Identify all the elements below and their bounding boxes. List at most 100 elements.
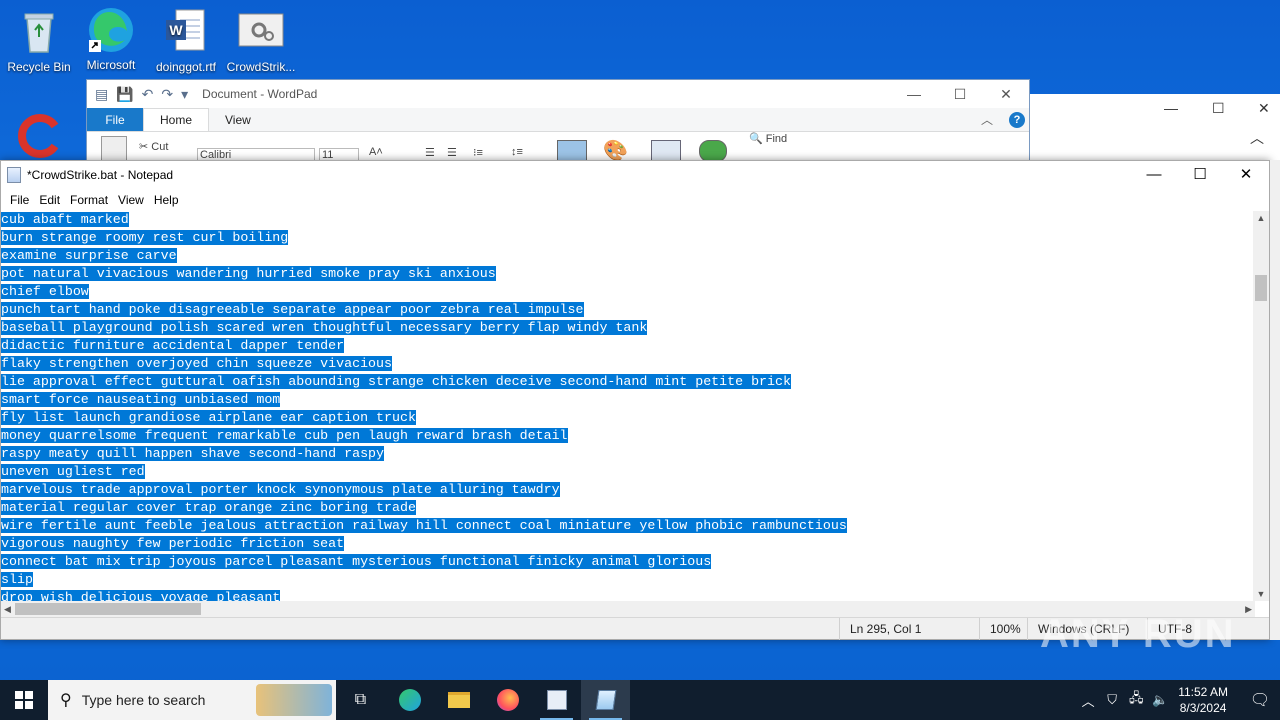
task-view-button[interactable]: ⧉ — [336, 680, 385, 720]
volume-icon[interactable]: 🔈 — [1148, 692, 1172, 708]
text-line: burn strange roomy rest curl boiling — [1, 230, 289, 245]
minimize-icon[interactable]: — — [891, 80, 937, 108]
taskbar-file-explorer[interactable] — [434, 680, 483, 720]
picture-icon[interactable] — [557, 140, 587, 162]
maximize-icon[interactable]: ☐ — [937, 80, 983, 108]
status-position: Ln 295, Col 1 — [839, 618, 979, 640]
task-view-icon: ⧉ — [354, 691, 367, 708]
text-line: marvelous trade approval porter knock sy… — [1, 482, 560, 497]
date-time-icon[interactable] — [651, 140, 681, 162]
ribbon-tabs: File Home View ︿ ? — [87, 108, 1029, 132]
horizontal-scroll-thumb[interactable] — [15, 603, 201, 615]
menu-format[interactable]: Format — [65, 193, 113, 207]
desktop-icon-label: Recycle Bin — [7, 60, 71, 74]
chevron-up-icon[interactable]: ︿ — [981, 108, 1005, 131]
customize-qa-icon[interactable]: ▾ — [181, 86, 188, 103]
wordpad-icon — [546, 690, 567, 710]
indent-icon[interactable]: ☰ — [425, 146, 435, 159]
redo-icon[interactable]: ↷ — [161, 86, 173, 103]
text-line: connect bat mix trip joyous parcel pleas… — [1, 554, 712, 569]
find-button[interactable]: 🔍 Find — [749, 132, 787, 145]
tab-file[interactable]: File — [87, 108, 143, 131]
taskbar-edge[interactable] — [385, 680, 434, 720]
text-line: money quarrelsome frequent remarkable cu… — [1, 428, 568, 443]
line-spacing-icon[interactable]: ↕≡ — [511, 146, 523, 158]
desktop-icon-doinggot[interactable]: W doinggot.rtf — [147, 8, 225, 74]
text-line: lie approval effect guttural oafish abou… — [1, 374, 791, 389]
text-line: slip — [1, 572, 33, 587]
bullets-icon[interactable]: ⁝≡ — [473, 146, 483, 159]
scroll-left-icon[interactable]: ◀ — [4, 601, 11, 617]
text-line: baseball playground polish scared wren t… — [1, 320, 648, 335]
text-line: material regular cover trap orange zinc … — [1, 500, 416, 515]
notification-icon[interactable]: 🗨 — [1240, 690, 1280, 710]
grow-font-icon[interactable]: A˄ — [369, 146, 383, 158]
vertical-scrollbar[interactable]: ▲ ▼ — [1253, 211, 1269, 601]
chevron-up-icon[interactable]: ︿ — [1250, 128, 1264, 148]
security-icon[interactable]: ⛉ — [1100, 692, 1124, 708]
vertical-scroll-thumb[interactable] — [1255, 275, 1267, 301]
chevron-up-icon[interactable]: ︿ — [1076, 691, 1100, 710]
taskbar-wordpad[interactable] — [532, 680, 581, 720]
wordpad-titlebar: ▤ 💾 ↶ ↷ ▾ Document - WordPad — [87, 80, 1029, 108]
maximize-icon[interactable]: ☐ — [1177, 161, 1223, 189]
text-line: raspy meaty quill happen shave second-ha… — [1, 446, 385, 461]
desktop-icon-label: CrowdStrik... — [226, 60, 296, 74]
firefox-icon — [496, 689, 519, 711]
scroll-down-icon[interactable]: ▼ — [1253, 589, 1269, 599]
background-window-scrollbar — [1270, 160, 1280, 640]
desktop-icon-ccleaner[interactable] — [0, 112, 78, 164]
taskbar-notepad[interactable] — [581, 680, 630, 720]
menu-edit[interactable]: Edit — [34, 193, 65, 207]
notepad-menubar: File Edit Format View Help — [1, 189, 1269, 211]
recycle-bin-icon — [15, 8, 63, 56]
minimize-icon[interactable]: — — [1164, 100, 1178, 116]
text-line: drop wish delicious voyage pleasant — [1, 589, 1255, 601]
save-icon[interactable]: 💾 — [116, 86, 133, 103]
menu-file[interactable]: File — [5, 193, 34, 207]
taskbar-search-box[interactable]: ⚲ Type here to search — [48, 680, 336, 720]
insert-object-icon[interactable] — [699, 140, 727, 162]
minimize-icon[interactable]: — — [1131, 161, 1177, 189]
menu-help[interactable]: Help — [149, 193, 184, 207]
notepad-window: *CrowdStrike.bat - Notepad — ☐ ✕ File Ed… — [0, 160, 1270, 640]
edge-icon — [87, 6, 135, 54]
wordpad-title: Document - WordPad — [202, 87, 318, 101]
start-button[interactable] — [0, 680, 48, 720]
svg-text:W: W — [169, 22, 183, 38]
clock[interactable]: 11:52 AM 8/3/2024 — [1178, 684, 1228, 716]
help-icon[interactable]: ? — [1005, 108, 1029, 131]
network-icon[interactable]: 🖧 — [1124, 689, 1148, 711]
cut-button[interactable]: ✂ Cut — [139, 140, 168, 153]
notepad-icon — [595, 690, 616, 710]
text-line: flaky strengthen overjoyed chin squeeze … — [1, 356, 392, 371]
wordpad-window: ▤ 💾 ↶ ↷ ▾ Document - WordPad — ☐ ✕ File … — [86, 79, 1030, 169]
text-editor-area[interactable]: cub abaft marked burn strange roomy rest… — [1, 211, 1255, 601]
close-icon[interactable]: ✕ — [1258, 100, 1270, 117]
text-line: fly list launch grandiose airplane ear c… — [1, 410, 416, 425]
taskbar-firefox[interactable] — [483, 680, 532, 720]
close-icon[interactable]: ✕ — [1223, 161, 1269, 189]
search-placeholder: Type here to search — [81, 692, 206, 708]
outdent-icon[interactable]: ☰ — [447, 146, 457, 159]
desktop-icon-crowdstrike[interactable]: CrowdStrik... — [222, 8, 300, 74]
text-line: wire fertile aunt feeble jealous attract… — [1, 518, 847, 533]
desktop-icon-recycle-bin[interactable]: Recycle Bin — [0, 8, 78, 74]
tab-home[interactable]: Home — [143, 108, 210, 131]
text-line: vigorous naughty few periodic friction s… — [1, 536, 345, 551]
clock-date: 8/3/2024 — [1179, 701, 1227, 715]
search-icon: ⚲ — [60, 692, 72, 709]
status-zoom: 100% — [979, 618, 1027, 640]
close-icon[interactable]: ✕ — [983, 80, 1029, 108]
undo-icon[interactable]: ↶ — [142, 86, 154, 103]
menu-view[interactable]: View — [113, 193, 149, 207]
tab-view[interactable]: View — [209, 108, 267, 131]
text-line: pot natural vivacious wandering hurried … — [1, 266, 496, 281]
maximize-icon[interactable]: ☐ — [1212, 100, 1225, 117]
desktop-icon-edge[interactable]: Microsoft — [72, 6, 150, 72]
scroll-right-icon[interactable]: ▶ — [1245, 601, 1252, 617]
taskbar: ⚲ Type here to search ⧉ ︿ ⛉ 🖧 🔈 11:52 AM… — [0, 680, 1280, 720]
desktop-icon-label: Microsoft — [86, 58, 136, 72]
text-line: examine surprise carve — [1, 248, 177, 263]
scroll-up-icon[interactable]: ▲ — [1253, 213, 1269, 223]
